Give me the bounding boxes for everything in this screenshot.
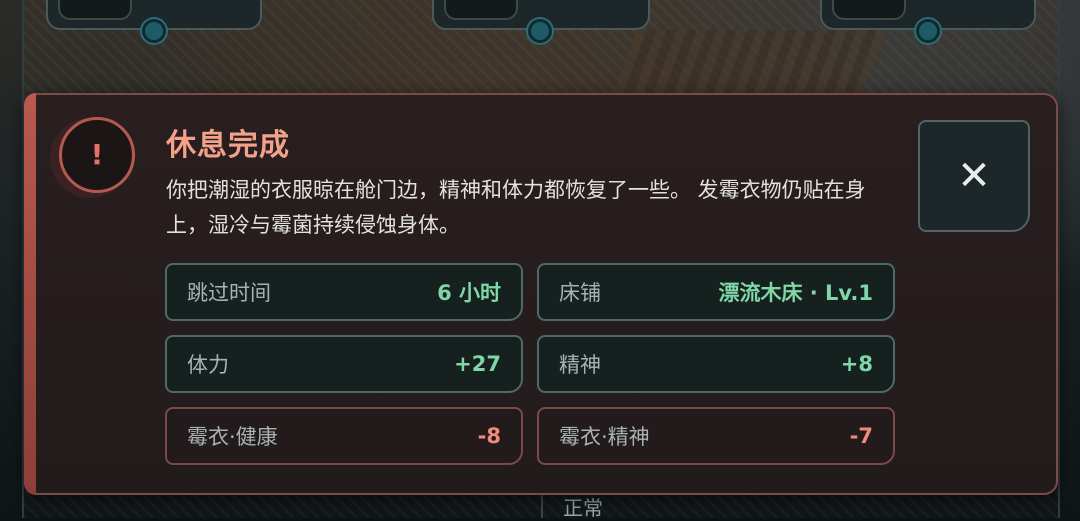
dock-artwork — [611, 30, 887, 100]
stat-skip-time: 跳过时间 6 小时 — [165, 263, 523, 321]
location-thumbnail — [444, 0, 518, 20]
stat-label: 床铺 — [559, 281, 601, 305]
stat-bed: 床铺 漂流木床 · Lv.1 — [537, 263, 895, 321]
stat-value: +27 — [454, 352, 501, 376]
map-pin-icon[interactable] — [528, 19, 552, 43]
dialog-accent-bar — [24, 93, 36, 495]
stat-moldy-health: 霉衣·健康 -8 — [165, 407, 523, 465]
stat-value: 漂流木床 · Lv.1 — [718, 281, 873, 305]
close-button[interactable]: ✕ — [918, 120, 1030, 232]
alert-icon: ! — [59, 117, 135, 193]
location-thumbnail — [58, 0, 132, 20]
status-text: 正常 — [563, 496, 603, 520]
close-icon: ✕ — [957, 153, 991, 199]
stat-value: 6 小时 — [437, 281, 501, 305]
stat-label: 霉衣·健康 — [187, 425, 278, 449]
stat-label: 跳过时间 — [187, 281, 271, 305]
stat-value: -8 — [477, 424, 501, 448]
stat-label: 精神 — [559, 353, 601, 377]
stat-moldy-spirit: 霉衣·精神 -7 — [537, 407, 895, 465]
stat-stamina: 体力 +27 — [165, 335, 523, 393]
stat-label: 体力 — [187, 353, 229, 377]
stat-spirit: 精神 +8 — [537, 335, 895, 393]
dialog-message: 你把潮湿的衣服晾在舱门边，精神和体力都恢复了一些。 发霉衣物仍贴在身上，湿冷与霉… — [166, 178, 866, 237]
map-pin-icon[interactable] — [916, 19, 940, 43]
stat-value: +8 — [840, 352, 873, 376]
stat-value: -7 — [849, 424, 873, 448]
stat-label: 霉衣·精神 — [559, 425, 650, 449]
map-pin-icon[interactable] — [142, 19, 166, 43]
location-thumbnail — [832, 0, 906, 20]
dialog-title: 休息完成 — [166, 128, 290, 163]
